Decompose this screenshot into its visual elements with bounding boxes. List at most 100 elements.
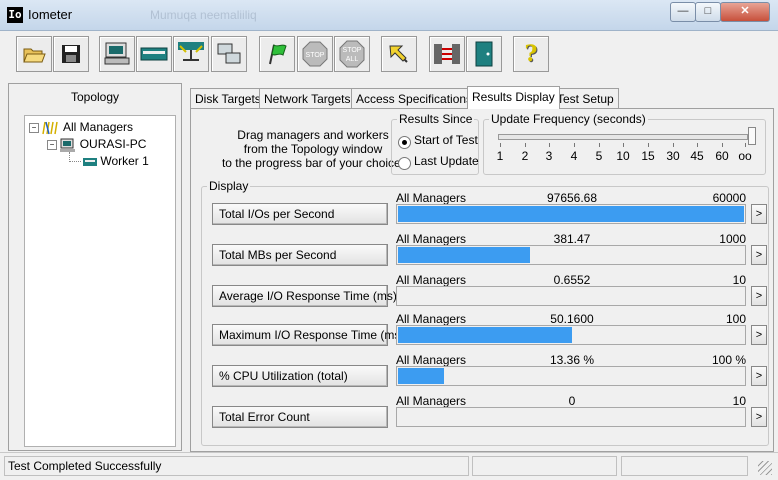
metric-value-label: 97656.68 — [546, 191, 598, 205]
metric-source-label: All Managers — [396, 232, 467, 246]
metric-arrow-button[interactable]: > — [751, 245, 767, 265]
slider-tick-label: 2 — [521, 149, 529, 163]
tab-label: Test Setup — [557, 92, 614, 106]
green-flag-icon — [269, 44, 287, 65]
tab-test-setup[interactable]: Test Setup — [552, 88, 619, 109]
reset-arrow-icon — [389, 45, 408, 63]
slider-tick-mark — [722, 143, 723, 147]
update-frequency-title: Update Frequency (seconds) — [489, 112, 648, 126]
metric-select-button[interactable]: Average I/O Response Time (ms) — [212, 285, 397, 307]
metric-arrow-button[interactable]: > — [751, 366, 767, 386]
slider-tick-mark — [648, 143, 649, 147]
metric-select-button[interactable]: Maximum I/O Response Time (ms) — [212, 324, 404, 346]
tree-item-all-managers[interactable]: − All Managers — [29, 119, 133, 135]
metric-progress-bar[interactable] — [396, 407, 746, 427]
maximize-button[interactable]: □ — [695, 2, 721, 22]
svg-text:STOP: STOP — [343, 47, 362, 54]
collapse-box-icon[interactable]: − — [29, 122, 39, 133]
tab-access-specifications[interactable]: Access Specifications — [351, 88, 478, 109]
metric-progress-bar[interactable] — [396, 286, 746, 306]
computer-icon — [60, 138, 76, 152]
display-group: Display All Managers 97656.68 60000 Total I… — [201, 179, 769, 446]
update-frequency-track — [498, 134, 748, 140]
question-icon: ? — [524, 41, 538, 67]
tree-item-manager[interactable]: − OURASI-PC — [47, 136, 146, 152]
last-update-radio[interactable] — [398, 157, 411, 170]
resize-grip-icon[interactable] — [758, 461, 772, 475]
duplicate-worker-button[interactable] — [173, 36, 209, 72]
metric-source-label: All Managers — [396, 273, 467, 287]
metric-source-label: All Managers — [396, 353, 467, 367]
tab-label: Access Specifications — [356, 92, 473, 106]
metric-select-button[interactable]: Total I/Os per Second — [212, 203, 388, 225]
worker-label: Worker 1 — [100, 154, 149, 168]
slider-tick-label: oo — [738, 149, 752, 163]
disconnect-icon — [217, 43, 241, 64]
manager-label: OURASI-PC — [79, 137, 147, 151]
metric-select-button[interactable]: Total MBs per Second — [212, 244, 388, 266]
new-disk-worker-button[interactable] — [99, 36, 135, 72]
start-of-test-radio[interactable] — [398, 136, 411, 149]
slider-tick-label: 45 — [690, 149, 704, 163]
metric-arrow-button[interactable]: > — [751, 407, 767, 427]
start-button[interactable] — [259, 36, 295, 72]
lightning-managers-icon — [42, 121, 59, 135]
slider-tick-label: 10 — [616, 149, 630, 163]
slider-tick-label: 4 — [570, 149, 578, 163]
tab-label: Network Targets — [264, 92, 351, 106]
help-button[interactable]: ? — [513, 36, 549, 72]
tab-results-display[interactable]: Results Display — [467, 86, 560, 109]
metric-arrow-button[interactable]: > — [751, 286, 767, 306]
results-since-group: Results Since Start of Test Last Update — [391, 112, 479, 175]
background-window-text: Mumuqa neemaliiliq — [150, 8, 257, 22]
stop-button[interactable]: STOP — [297, 36, 333, 72]
tree-connector — [69, 161, 81, 162]
metric-progress-bar[interactable] — [396, 245, 746, 265]
tab-disk-targets[interactable]: Disk Targets — [190, 88, 266, 109]
new-network-worker-button[interactable] — [136, 36, 172, 72]
minimize-button[interactable]: — — [670, 2, 696, 22]
save-config-button[interactable] — [53, 36, 89, 72]
topology-header: Topology — [70, 90, 120, 104]
topology-tree[interactable]: − All Managers − OURASI-PC Worker 1 — [24, 115, 176, 447]
svg-text:ALL: ALL — [346, 56, 359, 63]
metric-progress-bar[interactable] — [396, 325, 746, 345]
collapse-box-icon[interactable]: − — [47, 139, 57, 150]
update-frequency-group: Update Frequency (seconds) 1 2 3 4 5 10 15 30 45… — [483, 112, 766, 175]
metric-arrow-button[interactable]: > — [751, 204, 767, 224]
status-cell-3 — [621, 456, 748, 476]
slider-tick-mark — [574, 143, 575, 147]
exit-door-icon — [475, 41, 493, 67]
new-manager-button[interactable] — [429, 36, 465, 72]
tab-network-targets[interactable]: Network Targets — [259, 88, 356, 109]
metric-arrow-button[interactable]: > — [751, 325, 767, 345]
close-icon: ✕ — [740, 5, 750, 17]
exit-button[interactable] — [466, 36, 502, 72]
stop-all-button[interactable]: STOP ALL — [334, 36, 370, 72]
update-frequency-slider-thumb[interactable] — [748, 127, 756, 145]
open-config-button[interactable] — [16, 36, 52, 72]
metric-source-label: All Managers — [396, 312, 467, 326]
disconnect-button[interactable] — [211, 36, 247, 72]
network-worker-icon — [140, 47, 168, 61]
instruction-line-1: Drag managers and workers — [237, 128, 389, 142]
duplicate-worker-icon — [178, 42, 204, 61]
metric-progress-bar[interactable] — [396, 204, 746, 224]
metric-select-button[interactable]: % CPU Utilization (total) — [212, 365, 388, 387]
metric-max-label: 60000 — [712, 191, 746, 205]
stop-sign-icon: STOP — [302, 41, 328, 67]
tree-item-worker[interactable]: Worker 1 — [83, 153, 149, 169]
last-update-label[interactable]: Last Update — [414, 154, 479, 168]
results-since-title: Results Since — [397, 112, 475, 126]
slider-tick-label: 5 — [595, 149, 603, 163]
metric-max-label: 100 % — [711, 353, 746, 367]
reset-workers-button[interactable] — [381, 36, 417, 72]
start-of-test-label[interactable]: Start of Test — [414, 133, 478, 147]
close-button[interactable]: ✕ — [720, 2, 770, 22]
slider-tick-label: 15 — [641, 149, 655, 163]
slider-tick-label: 60 — [715, 149, 729, 163]
metric-progress-bar[interactable] — [396, 366, 746, 386]
metric-source-label: All Managers — [396, 394, 467, 408]
slider-tick-mark — [500, 143, 501, 147]
metric-select-button[interactable]: Total Error Count — [212, 406, 388, 428]
